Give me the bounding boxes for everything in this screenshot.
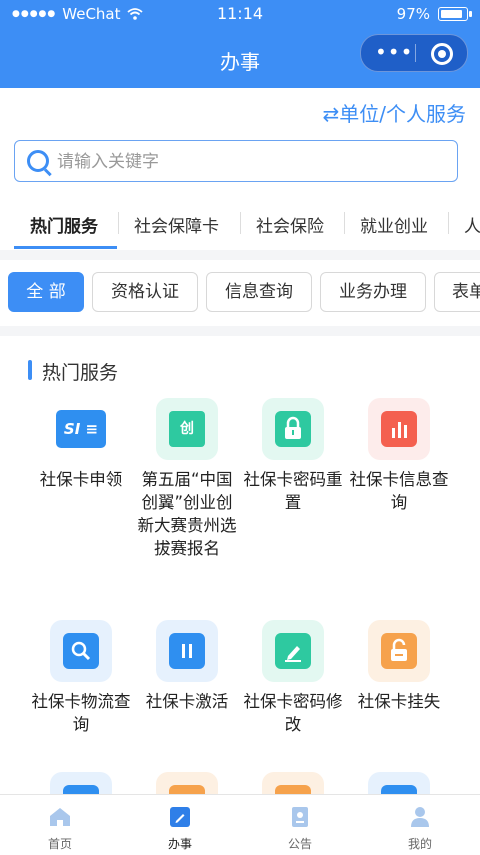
chip-forms[interactable]: 表单 — [434, 272, 480, 312]
service-label: 社保卡密码修改 — [243, 692, 343, 734]
service-label: 社保卡密码重置 — [243, 470, 343, 512]
nav-profile[interactable]: 我的 — [360, 795, 480, 855]
service-panel: 热门服务 SI ≡ 社保卡申领 创 第五届“中国创翼”创业创新大赛贵州选拔赛报名 — [0, 336, 480, 794]
top-bar: ●●●●● WeChat 11:14 97% 办事 ••• — [0, 0, 480, 88]
card-icon — [50, 772, 112, 794]
tab-divider — [240, 212, 241, 234]
shield-icon — [262, 772, 324, 794]
search-glyph — [71, 641, 91, 661]
service-label: 社保卡信息查询 — [349, 470, 449, 512]
unlock-icon — [368, 620, 430, 682]
user-icon — [408, 805, 432, 829]
chuang-icon: 创 — [156, 398, 218, 460]
tab-more[interactable]: 人 — [464, 212, 480, 237]
filter-chips: 全 部 资格认证 信息查询 业务办理 表单 — [0, 260, 480, 326]
nav-label: 办事 — [167, 837, 192, 851]
lock-glyph — [285, 416, 301, 439]
switch-service-link[interactable]: ⇄单位/个人服务 — [323, 98, 467, 127]
category-tabs: 热门服务 社会保障卡 社会保险 就业创业 人 — [0, 196, 480, 250]
chip-all[interactable]: 全 部 — [8, 272, 84, 312]
nav-tasks[interactable]: 办事 — [120, 795, 240, 855]
notice-icon — [288, 805, 312, 829]
home-icon — [48, 805, 72, 829]
capsule-divider — [415, 44, 416, 62]
pause-icon — [156, 620, 218, 682]
tab-social-insurance[interactable]: 社会保险 — [256, 212, 324, 237]
service-item[interactable]: 社保卡信息查询 — [346, 398, 452, 514]
tab-divider — [448, 212, 449, 234]
close-target-icon[interactable] — [431, 43, 453, 65]
nav-label: 我的 — [407, 837, 432, 851]
unlock-glyph — [391, 638, 407, 661]
edit-glyph — [285, 646, 301, 662]
service-label: 社保卡申领 — [39, 470, 123, 489]
search-icon — [50, 620, 112, 682]
service-item[interactable]: 社保卡物流查询 — [28, 620, 134, 736]
mini-program-capsule: ••• — [360, 34, 468, 72]
service-item[interactable]: 社保卡密码修改 — [240, 620, 346, 736]
service-item[interactable]: 社保卡挂失 — [346, 620, 452, 713]
lock-icon — [262, 398, 324, 460]
service-item[interactable] — [134, 772, 240, 794]
nav-home[interactable]: 首页 — [0, 795, 120, 855]
status-bar: ●●●●● WeChat 11:14 97% — [0, 0, 480, 30]
pause-glyph — [182, 644, 192, 658]
more-icon[interactable]: ••• — [375, 42, 413, 62]
chip-business[interactable]: 业务办理 — [320, 272, 426, 312]
tab-divider — [118, 212, 119, 234]
tasks-icon — [168, 805, 192, 829]
nav-label: 公告 — [287, 837, 312, 851]
service-label: 社保卡激活 — [145, 692, 229, 711]
bar-chart-icon — [368, 398, 430, 460]
chip-qualification[interactable]: 资格认证 — [92, 272, 198, 312]
tab-social-security-card[interactable]: 社会保障卡 — [134, 212, 219, 237]
search-input[interactable] — [55, 147, 449, 177]
service-label: 社保卡挂失 — [357, 692, 441, 711]
bar-chart-glyph — [392, 422, 407, 438]
nav-notices[interactable]: 公告 — [240, 795, 360, 855]
chip-info-query[interactable]: 信息查询 — [206, 272, 312, 312]
service-label: 第五届“中国创翼”创业创新大赛贵州选拔赛报名 — [137, 470, 237, 558]
battery-percent: 97% — [396, 5, 430, 23]
search-box[interactable] — [14, 140, 458, 182]
section-marker — [28, 360, 32, 380]
active-tab-indicator — [14, 246, 117, 249]
header-area: ⇄单位/个人服务 热门服务 社会保障卡 社会保险 就业创业 人 — [0, 88, 480, 250]
bottom-nav: 首页 办事 公告 我的 — [0, 794, 480, 855]
service-item[interactable]: 创 第五届“中国创翼”创业创新大赛贵州选拔赛报名 — [134, 398, 240, 560]
service-item[interactable]: 社保卡激活 — [134, 620, 240, 713]
service-item[interactable] — [240, 772, 346, 794]
briefcase-icon — [156, 772, 218, 794]
tab-hot-services[interactable]: 热门服务 — [30, 212, 98, 237]
document-icon — [368, 772, 430, 794]
tab-employment[interactable]: 就业创业 — [360, 212, 428, 237]
service-item[interactable]: 社保卡密码重置 — [240, 398, 346, 514]
service-item[interactable] — [28, 772, 134, 794]
section-title: 热门服务 — [42, 362, 119, 384]
service-item[interactable] — [346, 772, 452, 794]
tab-divider — [344, 212, 345, 234]
search-icon — [27, 150, 49, 172]
social-card-icon: SI ≡ — [50, 398, 112, 460]
nav-label: 首页 — [47, 837, 72, 851]
edit-icon — [262, 620, 324, 682]
service-item[interactable]: SI ≡ 社保卡申领 — [28, 398, 134, 491]
battery-icon — [438, 7, 472, 21]
service-label: 社保卡物流查询 — [31, 692, 131, 734]
